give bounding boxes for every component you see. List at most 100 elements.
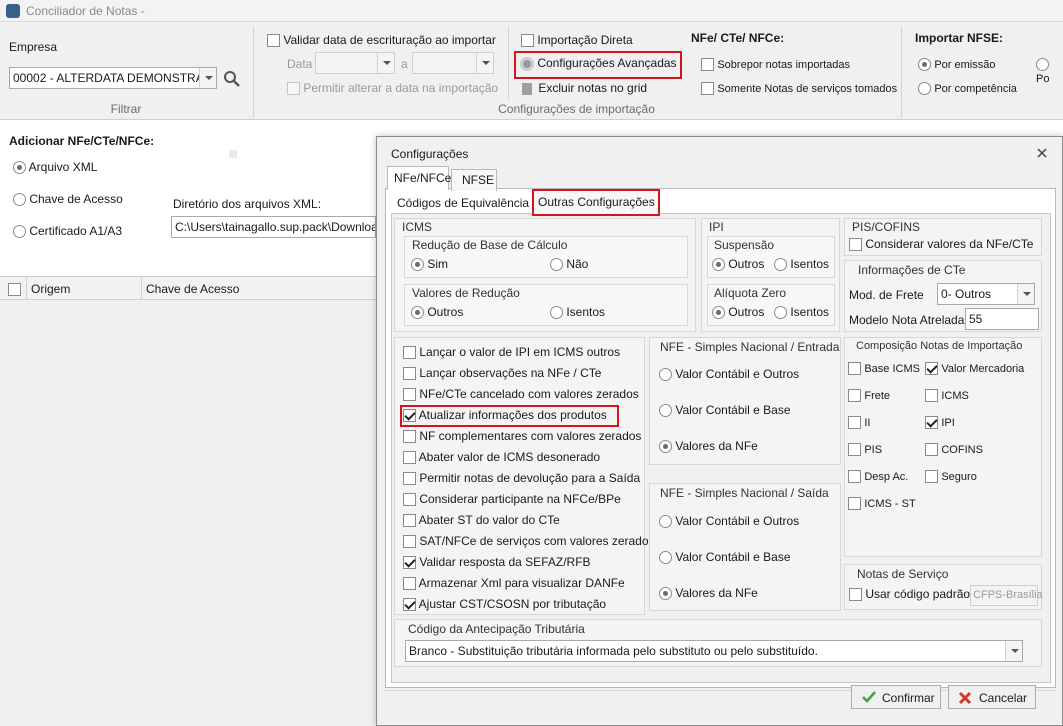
- composicao-checkbox[interactable]: COFINS: [925, 442, 983, 457]
- subtab-codigos[interactable]: Códigos de Equivalência: [397, 196, 529, 210]
- sn-saida-opt2-radio[interactable]: Valor Contábil e Base: [659, 550, 791, 565]
- search-icon[interactable]: [222, 69, 242, 89]
- sn-saida-opt3-radio[interactable]: Valores da NFe: [659, 586, 758, 601]
- nfe-heading: NFe/ CTe/ NFCe:: [691, 31, 785, 45]
- chave-acesso-radio[interactable]: Chave de Acesso: [13, 192, 123, 207]
- reducao-nao-radio[interactable]: Não: [550, 257, 588, 272]
- opcao-checkbox[interactable]: Armazenar Xml para visualizar DANFe: [403, 576, 625, 591]
- reducao-sim-radio[interactable]: Sim: [411, 257, 448, 272]
- group-caption-filtrar: Filtrar: [110, 102, 142, 116]
- opcao-checkbox[interactable]: Atualizar informações dos produtos: [403, 408, 607, 423]
- suspensao-outros-radio[interactable]: Outros: [712, 257, 764, 272]
- nfse-option-partial-radio[interactable]: Po: [1036, 57, 1063, 85]
- codigo-padrao-input[interactable]: CFPS-Brasília: [970, 585, 1043, 606]
- notas-servico-group: Notas de Serviço Usar código padrão CFPS…: [844, 564, 1043, 610]
- adicionar-heading: Adicionar NFe/CTe/NFCe:: [9, 134, 155, 148]
- nfse-heading: Importar NFSE:: [915, 31, 1004, 45]
- grid-col-origem[interactable]: Origem: [31, 282, 70, 296]
- composicao-checkbox[interactable]: Base ICMS: [848, 361, 920, 376]
- opcao-checkbox[interactable]: Validar resposta da SEFAZ/RFB: [403, 555, 591, 570]
- check-icon: [861, 690, 877, 707]
- empresa-select[interactable]: 00002 - ALTERDATA DEMONSTRAC: [9, 67, 217, 89]
- por-competencia-radio[interactable]: Por competência: [918, 81, 1017, 96]
- pis-cofins-group: PIS/COFINS Considerar valores da NFe/CTe: [844, 218, 1042, 256]
- opcao-checkbox[interactable]: Abater ST do valor do CTe: [403, 513, 560, 528]
- arquivo-xml-radio[interactable]: Arquivo XML: [13, 160, 97, 175]
- opcao-checkbox[interactable]: SAT/NFCe de serviços com valores zerados: [403, 534, 655, 549]
- tab-nfse[interactable]: NFSE: [451, 169, 497, 191]
- opcao-checkbox[interactable]: Abater valor de ICMS desonerado: [403, 450, 600, 465]
- aliquota-zero-group: Alíquota Zero Outros Isentos: [707, 284, 835, 326]
- importacao-direta-checkbox[interactable]: Importação Direta: [521, 33, 633, 48]
- antecipacao-group: Código da Antecipação Tributária Branco …: [394, 619, 1042, 667]
- valores-outros-radio[interactable]: Outros: [411, 305, 463, 320]
- icms-group: ICMS Redução de Base de Cálculo Sim Não …: [394, 218, 696, 332]
- antecipacao-select[interactable]: Branco - Substituição tributária informa…: [405, 640, 1023, 662]
- data-inicio-select[interactable]: [315, 52, 395, 74]
- composicao-checkbox[interactable]: IPI: [925, 415, 955, 430]
- composicao-checkbox[interactable]: PIS: [848, 442, 882, 457]
- valores-reducao-group: Valores de Redução Outros Isentos: [404, 284, 688, 326]
- modelo-nota-label: Modelo Nota Atrelada: [849, 313, 965, 327]
- mod-frete-label: Mod. de Frete: [849, 288, 924, 302]
- composicao-checkbox[interactable]: II: [848, 415, 870, 430]
- permitir-alterar-checkbox[interactable]: Permitir alterar a data na importação: [287, 81, 498, 96]
- configuracoes-dialog: Configurações NFe/NFCe NFSE Códigos de E…: [376, 136, 1063, 726]
- diretorio-input[interactable]: C:\Users\tainagallo.sup.pack\Downloa: [171, 216, 376, 238]
- sn-entrada-opt2-radio[interactable]: Valor Contábil e Base: [659, 403, 791, 418]
- chevron-down-icon[interactable]: [199, 68, 216, 88]
- tab-nfe-nfce[interactable]: NFe/NFCe: [387, 166, 451, 190]
- composicao-checkbox[interactable]: Desp Ac.: [848, 469, 908, 484]
- close-icon[interactable]: [1035, 146, 1049, 160]
- data-label: Data: [287, 57, 313, 71]
- sn-entrada-opt3-radio[interactable]: Valores da NFe: [659, 439, 758, 454]
- considerar-valores-checkbox[interactable]: Considerar valores da NFe/CTe: [849, 237, 1033, 252]
- separator: [508, 26, 509, 100]
- a-label: a: [401, 57, 408, 71]
- app-icon: [6, 4, 20, 18]
- opcao-checkbox[interactable]: Permitir notas de devolução para a Saída: [403, 471, 640, 486]
- opcao-checkbox[interactable]: NFe/CTe cancelado com valores zerados: [403, 387, 639, 402]
- opcao-checkbox[interactable]: NF complementares com valores zerados: [403, 429, 641, 444]
- modelo-nota-input[interactable]: 55: [965, 308, 1039, 330]
- sn-saida-opt1-radio[interactable]: Valor Contábil e Outros: [659, 514, 799, 529]
- composicao-checkbox[interactable]: ICMS: [925, 388, 969, 403]
- suspensao-group: Suspensão Outros Isentos: [707, 236, 835, 278]
- chevron-down-icon[interactable]: [1017, 284, 1034, 304]
- gear-icon: [520, 56, 534, 71]
- composicao-checkbox[interactable]: ICMS - ST: [848, 496, 916, 511]
- validar-data-checkbox[interactable]: Validar data de escrituração ao importar: [267, 33, 496, 48]
- cancelar-button[interactable]: Cancelar: [948, 685, 1036, 709]
- chevron-down-icon[interactable]: [1005, 641, 1022, 661]
- opcao-checkbox[interactable]: Ajustar CST/CSOSN por tributação: [403, 597, 606, 612]
- config-avancadas-button[interactable]: Configurações Avançadas: [520, 56, 677, 71]
- sn-saida-group: NFE - Simples Nacional / Saída Valor Con…: [649, 483, 841, 611]
- composicao-checkbox[interactable]: Seguro: [925, 469, 977, 484]
- group-caption-importacao: Configurações de importação: [498, 102, 655, 116]
- valores-isentos-radio[interactable]: Isentos: [550, 305, 605, 320]
- sn-entrada-opt1-radio[interactable]: Valor Contábil e Outros: [659, 367, 799, 382]
- suspensao-isentos-radio[interactable]: Isentos: [774, 257, 829, 272]
- grid-header: Origem Chave de Acesso: [0, 276, 376, 300]
- somente-servicos-checkbox[interactable]: Somente Notas de serviços tomados: [701, 81, 897, 96]
- por-emissao-radio[interactable]: Por emissão: [918, 57, 995, 72]
- opcao-checkbox[interactable]: Lançar observações na NFe / CTe: [403, 366, 601, 381]
- sobrepor-checkbox[interactable]: Sobrepor notas importadas: [701, 57, 850, 72]
- aliquota-isentos-radio[interactable]: Isentos: [774, 305, 829, 320]
- confirmar-button[interactable]: Confirmar: [851, 685, 941, 709]
- subtab-outras-config[interactable]: Outras Configurações: [532, 189, 660, 216]
- data-fim-select[interactable]: [412, 52, 494, 74]
- mod-frete-select[interactable]: 0- Outros: [937, 283, 1035, 305]
- usar-codigo-checkbox[interactable]: Usar código padrão: [849, 587, 970, 602]
- opcao-checkbox[interactable]: Considerar participante na NFCe/BPe: [403, 492, 621, 507]
- diretorio-label: Diretório dos arquivos XML:: [173, 197, 322, 211]
- select-all-checkbox[interactable]: [8, 283, 21, 297]
- dialog-title: Configurações: [391, 147, 469, 161]
- grid-col-chave[interactable]: Chave de Acesso: [146, 282, 239, 296]
- excluir-notas-button[interactable]: Excluir notas no grid: [522, 81, 647, 95]
- composicao-checkbox[interactable]: Frete: [848, 388, 890, 403]
- opcao-checkbox[interactable]: Lançar o valor de IPI em ICMS outros: [403, 345, 620, 360]
- aliquota-outros-radio[interactable]: Outros: [712, 305, 764, 320]
- composicao-checkbox[interactable]: Valor Mercadoria: [925, 361, 1024, 376]
- certificado-radio[interactable]: Certificado A1/A3: [13, 224, 122, 239]
